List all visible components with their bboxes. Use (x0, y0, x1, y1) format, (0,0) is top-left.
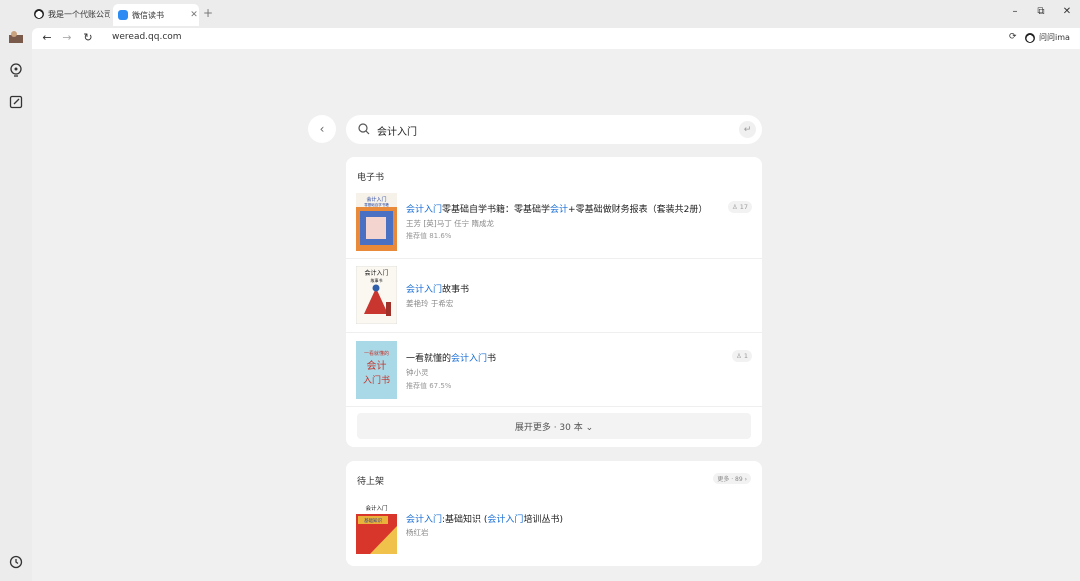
title-highlight: 会计入门 (406, 205, 443, 215)
list-item[interactable]: 会计入门 基础知识 会计入门:基础知识 (会计入门培训丛书) 杨红岩 (346, 489, 762, 566)
search-input[interactable]: 会计入门 (377, 123, 417, 138)
tab-title: 微信读书 (132, 10, 164, 20)
minimize-button[interactable]: – (1008, 6, 1022, 17)
recommend-rate: 推荐值 81.6% (406, 232, 452, 240)
tab-title: 我是一个代账公司 (48, 9, 110, 19)
person-icon: ♙ (735, 352, 742, 360)
title-text: 一看就懂的 (406, 354, 452, 364)
section-title: 待上架 (357, 477, 385, 487)
panda-icon (34, 9, 44, 19)
book-cover: 会计入门 故事书 (356, 266, 397, 324)
book-title[interactable]: 会计入门故事书 (406, 282, 469, 295)
title-text: 培训丛书) (523, 515, 563, 525)
list-item[interactable]: 会计入门 零基础自学书籍 会计入门零基础自学书籍：零基础学会计+零基础做财务报表… (346, 185, 762, 259)
title-highlight: 会计 (550, 205, 569, 215)
ima-label: 问问ima (1039, 33, 1070, 42)
title-text: 零基础自学书籍：零基础学 (442, 205, 551, 215)
cover-title: 一看就懂的 (364, 350, 389, 357)
book-authors: 王芳 [英]马丁 任宁 隋成龙 (406, 219, 495, 228)
close-window-button[interactable]: ✕ (1060, 6, 1074, 17)
cover-subtitle: 故事书 (371, 277, 383, 283)
expand-more-button[interactable]: 展开更多 · 30 本 ⌄ (357, 413, 751, 439)
title-highlight: 会计入门 (406, 285, 443, 295)
recommend-rate: 推荐值 67.5% (406, 382, 452, 390)
readers-count: 17 (739, 203, 748, 211)
cover-title: 会计入门 (365, 504, 387, 512)
url-field[interactable]: weread.qq.com (112, 32, 182, 42)
cover-title: 会计入门 (364, 269, 388, 277)
forward-arrow-icon[interactable]: → (60, 31, 74, 45)
cover-subtitle: 零基础自学书籍 (364, 202, 389, 207)
title-text: 书 (487, 354, 497, 364)
book-cover: 一看就懂的 会计 入门书 (356, 341, 397, 399)
search-box[interactable]: 会计入门 ↵ (346, 115, 762, 144)
weread-icon (118, 10, 128, 20)
close-tab-icon[interactable]: ✕ (189, 10, 199, 20)
book-cover: 会计入门 基础知识 (356, 496, 397, 554)
tab-daizhang[interactable]: 我是一个代账公司 (34, 6, 110, 22)
person-icon: ♙ (731, 203, 738, 211)
list-item[interactable]: 会计入门 故事书 会计入门故事书 姜艳玲 于希宏 (346, 259, 762, 333)
cover-subtitle: 基础知识 (364, 517, 382, 524)
tab-weread[interactable]: 微信读书 ✕ (113, 4, 199, 26)
browser-title-bar: 我是一个代账公司 微信读书 ✕ + – ⧉ ✕ (0, 0, 1080, 28)
title-text: +零基础做财务报表（套装共2册） (568, 205, 708, 215)
chevron-left-icon: ‹ (319, 122, 325, 136)
book-title[interactable]: 会计入门:基础知识 (会计入门培训丛书) (406, 512, 563, 525)
section-title: 电子书 (357, 173, 385, 183)
title-text: 故事书 (442, 285, 470, 295)
ima-button[interactable]: 问问ima (1025, 32, 1070, 43)
book-cover: 会计入门 零基础自学书籍 (356, 193, 397, 251)
list-item[interactable]: 一看就懂的 会计 入门书 一看就懂的会计入门书 钟小灵 推荐值 67.5% ♙ … (346, 333, 762, 407)
readers-badge: ♙ 1 (731, 350, 752, 362)
search-icon (358, 123, 370, 135)
enter-icon[interactable]: ↵ (739, 121, 756, 138)
readers-badge: ♙ 17 (727, 201, 752, 213)
new-tab-button[interactable]: + (203, 6, 213, 20)
pending-section: 待上架 更多 · 89 › 会计入门 基础知识 会计入门:基础知识 (会计入门培… (346, 461, 762, 566)
edit-icon[interactable] (9, 95, 23, 109)
restore-button[interactable]: ⧉ (1034, 6, 1048, 17)
history-clock-icon[interactable] (9, 555, 23, 569)
book-authors: 姜艳玲 于希宏 (406, 299, 454, 308)
readers-count: 1 (743, 352, 748, 360)
title-highlight: 会计入门 (451, 354, 488, 364)
left-rail (0, 28, 32, 581)
cover-subtitle: 会计 (367, 359, 387, 372)
lightbulb-icon[interactable] (9, 63, 23, 77)
ebooks-section: 电子书 会计入门 零基础自学书籍 会计入门零基础自学书籍：零基础学会计+零基础做… (346, 157, 762, 447)
cover-title: 会计入门 (366, 196, 386, 203)
back-arrow-icon[interactable]: ← (40, 31, 54, 45)
more-button[interactable]: 更多 · 89 › (713, 473, 751, 484)
book-authors: 钟小灵 (406, 368, 429, 377)
profile-avatar-icon[interactable] (9, 31, 23, 45)
back-button[interactable]: ‹ (308, 115, 336, 143)
address-bar: ← → ↻ weread.qq.com ⟳ 问问ima (32, 28, 1080, 49)
title-text: :基础知识 ( (442, 515, 488, 525)
reload-icon[interactable]: ↻ (81, 31, 95, 45)
book-authors: 杨红岩 (406, 528, 429, 537)
book-title[interactable]: 一看就懂的会计入门书 (406, 351, 496, 364)
cover-subtitle-2: 入门书 (363, 374, 390, 386)
title-highlight: 会计入门 (487, 515, 524, 525)
title-highlight: 会计入门 (406, 515, 443, 525)
book-title[interactable]: 会计入门零基础自学书籍：零基础学会计+零基础做财务报表（套装共2册） (406, 202, 707, 215)
panda-icon (1025, 32, 1035, 43)
refresh-assistant-icon[interactable]: ⟳ (1009, 32, 1017, 42)
